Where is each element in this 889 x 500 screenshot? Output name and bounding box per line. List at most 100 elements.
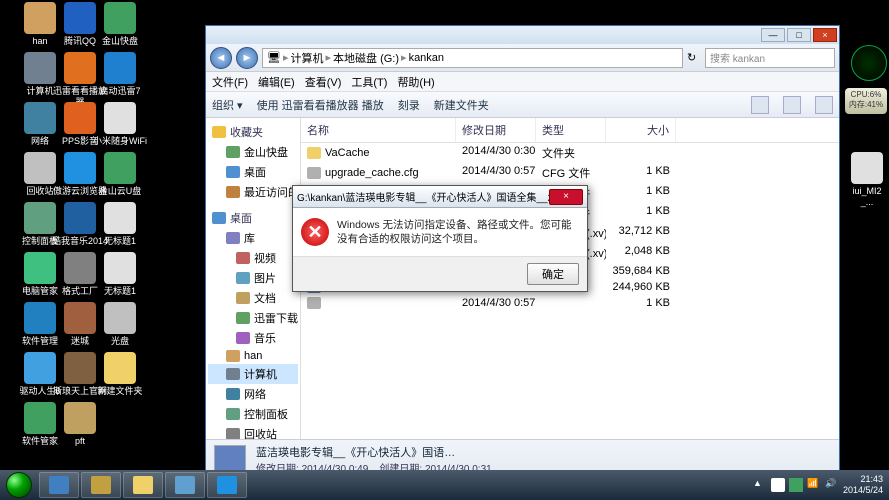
taskbar-maxthon[interactable]: [207, 472, 247, 498]
desktop-icon[interactable]: 启动迅雷7: [90, 52, 150, 97]
app-icon: [104, 102, 136, 134]
desktop-icon[interactable]: 新建文件夹: [90, 352, 150, 397]
file-type: 文件夹: [536, 144, 606, 162]
nav-network[interactable]: 网络: [208, 384, 298, 404]
tray-up-icon[interactable]: ▲: [753, 478, 767, 492]
close-button[interactable]: ×: [813, 28, 837, 42]
back-button[interactable]: ◄: [210, 47, 232, 69]
file-date: 2014/4/30 0:57: [456, 296, 536, 310]
taskbar-app-4[interactable]: [165, 472, 205, 498]
nav-favorites[interactable]: 收藏夹: [208, 122, 298, 142]
preview-pane-button[interactable]: [783, 96, 801, 114]
nav-recycle-bin[interactable]: 回收站: [208, 424, 298, 439]
nav-libraries[interactable]: 库: [208, 228, 298, 248]
start-button[interactable]: [0, 470, 38, 500]
file-icon: [307, 147, 321, 159]
search-input[interactable]: 搜索 kankan: [705, 48, 835, 68]
maximize-button[interactable]: □: [787, 28, 811, 42]
nav-videos[interactable]: 视频: [208, 248, 298, 268]
app-icon: [104, 2, 136, 34]
dialog-title: G:\kankan\蓝洁瑛电影专辑__《开心快活人》国语全集__2_175188…: [297, 189, 549, 204]
file-name: VaCache: [325, 147, 369, 159]
app-icon: [104, 352, 136, 384]
col-name[interactable]: 名称: [301, 118, 456, 142]
dialog-titlebar[interactable]: G:\kankan\蓝洁瑛电影专辑__《开心快活人》国语全集__2_175188…: [293, 186, 587, 208]
cpu-gadget[interactable]: [851, 45, 887, 81]
desktop-icon-label: 小米随身WiFi: [90, 136, 150, 147]
new-folder-button[interactable]: 新建文件夹: [434, 97, 489, 113]
minimize-button[interactable]: —: [761, 28, 785, 42]
window-titlebar[interactable]: — □ ×: [206, 26, 839, 44]
nav-control-panel[interactable]: 控制面板: [208, 404, 298, 424]
tray-icon[interactable]: [789, 478, 803, 492]
help-button[interactable]: [815, 96, 833, 114]
menu-file[interactable]: 文件(F): [212, 74, 248, 90]
crumb-folder[interactable]: kankan: [409, 52, 444, 64]
app-icon: [104, 152, 136, 184]
view-mode-button[interactable]: [751, 96, 769, 114]
desktop-icon-label: iui_MI2_...: [849, 186, 885, 208]
file-size: 1 KB: [606, 296, 676, 310]
nav-recent[interactable]: 最近访问的位置: [208, 182, 298, 202]
menu-tools[interactable]: 工具(T): [351, 74, 387, 90]
file-icon: [307, 297, 321, 309]
refresh-button[interactable]: ↻: [687, 51, 701, 65]
file-row[interactable]: VaCache2014/4/30 0:30文件夹: [301, 143, 839, 163]
breadcrumb[interactable]: 🖥 ▸ 计算机 ▸ 本地磁盘 (G:) ▸ kankan: [262, 48, 683, 68]
col-date[interactable]: 修改日期: [456, 118, 536, 142]
app-icon: [104, 202, 136, 234]
taskbar-clock[interactable]: 21:43 2014/5/24: [843, 474, 883, 496]
dialog-close-button[interactable]: ×: [549, 189, 583, 205]
system-tray: ▲ 📶 🔊 21:43 2014/5/24: [753, 474, 889, 496]
app-icon: [64, 402, 96, 434]
desktop-icon[interactable]: iui_MI2_...: [849, 152, 885, 208]
nav-xldl[interactable]: 迅雷下载: [208, 308, 298, 328]
tray-volume-icon[interactable]: 🔊: [825, 478, 839, 492]
desktop-icon[interactable]: 小米随身WiFi: [90, 102, 150, 147]
desktop-icon-label: 光盘: [90, 336, 150, 347]
col-type[interactable]: 类型: [536, 118, 606, 142]
crumb-drive[interactable]: 本地磁盘 (G:): [333, 50, 399, 66]
nav-desktop-fav[interactable]: 桌面: [208, 162, 298, 182]
file-row[interactable]: upgrade_cache.cfg2014/4/30 0:57CFG 文件1 K…: [301, 163, 839, 183]
mem-text: 内存:41%: [847, 99, 885, 110]
nav-documents[interactable]: 文档: [208, 288, 298, 308]
desktop-icon[interactable]: 金山云U盘: [90, 152, 150, 197]
file-row[interactable]: 2014/4/30 0:57 1 KB: [301, 295, 839, 311]
memory-gadget[interactable]: CPU:6% 内存:41%: [845, 88, 887, 114]
desktop-icon[interactable]: 光盘: [90, 302, 150, 347]
menu-view[interactable]: 查看(V): [305, 74, 342, 90]
organize-button[interactable]: 组织 ▾: [212, 97, 243, 113]
tray-network-icon[interactable]: 📶: [807, 478, 821, 492]
menu-bar: 文件(F) 编辑(E) 查看(V) 工具(T) 帮助(H): [206, 72, 839, 92]
tray-icon[interactable]: [771, 478, 785, 492]
desktop-icon[interactable]: 无标题1: [90, 202, 150, 247]
app-icon: [175, 476, 195, 494]
desktop-icon[interactable]: 金山快盘: [90, 2, 150, 47]
desktop-icon[interactable]: pft: [50, 402, 110, 447]
menu-edit[interactable]: 编辑(E): [258, 74, 295, 90]
burn-button[interactable]: 刻录: [398, 97, 420, 113]
nav-user-han[interactable]: han: [208, 348, 298, 364]
file-date: 2014/4/30 0:57: [456, 164, 536, 182]
desktop-icon-label: 无标题1: [90, 286, 150, 297]
nav-computer[interactable]: 计算机: [208, 364, 298, 384]
file-size: 2,048 KB: [606, 244, 676, 262]
nav-desktop[interactable]: 桌面: [208, 208, 298, 228]
taskbar-explorer[interactable]: [123, 472, 163, 498]
nav-ksp[interactable]: 金山快盘: [208, 142, 298, 162]
taskbar-app-2[interactable]: [81, 472, 121, 498]
desktop-icon-label: 金山快盘: [90, 36, 150, 47]
desktop-icon[interactable]: 无标题1: [90, 252, 150, 297]
nav-pictures[interactable]: 图片: [208, 268, 298, 288]
taskbar-app-1[interactable]: [39, 472, 79, 498]
menu-help[interactable]: 帮助(H): [397, 74, 434, 90]
file-size: 1 KB: [606, 164, 676, 182]
col-size[interactable]: 大小: [606, 118, 676, 142]
crumb-computer[interactable]: 计算机: [291, 50, 324, 66]
address-bar-row: ◄ ► 🖥 ▸ 计算机 ▸ 本地磁盘 (G:) ▸ kankan ↻ 搜索 ka…: [206, 44, 839, 72]
dialog-ok-button[interactable]: 确定: [527, 263, 579, 285]
play-button[interactable]: 使用 迅雷看看播放器 播放: [257, 97, 384, 113]
nav-music[interactable]: 音乐: [208, 328, 298, 348]
forward-button[interactable]: ►: [236, 47, 258, 69]
